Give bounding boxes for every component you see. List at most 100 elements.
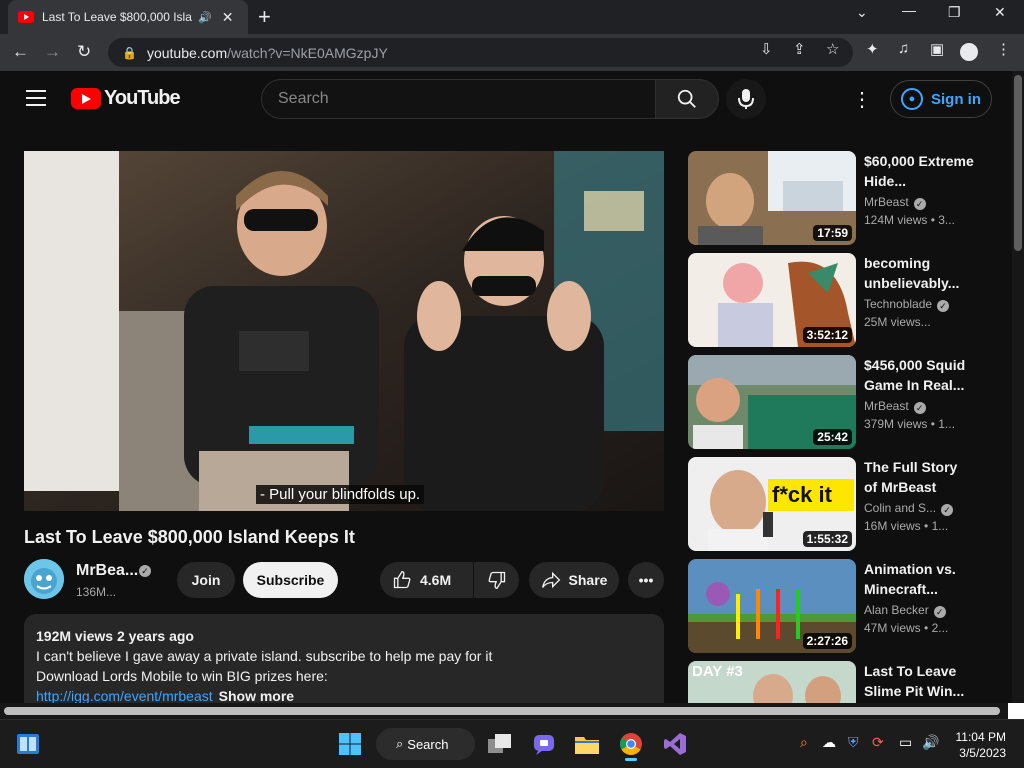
more-actions-button[interactable]: ••• — [628, 562, 664, 598]
youtube-logo[interactable]: YouTube — [71, 87, 181, 110]
file-explorer-icon[interactable] — [571, 728, 603, 760]
description-line-1: I can't believe I gave away a private is… — [36, 648, 493, 664]
scrollbar-thumb[interactable] — [1014, 75, 1022, 251]
reload-icon[interactable]: ↻ — [77, 42, 91, 62]
video-thumbnail[interactable]: f*ck it 1:55:32 — [688, 457, 856, 551]
back-icon[interactable]: ← — [12, 42, 29, 62]
taskbar-search[interactable]: ⌕ Search — [376, 728, 475, 760]
bookmark-star-icon[interactable]: ☆ — [826, 40, 839, 58]
update-icon[interactable]: ⟳ — [872, 734, 884, 751]
volume-icon[interactable]: 🔊 — [922, 734, 939, 751]
description-box[interactable]: 192M views 2 years ago I can't believe I… — [24, 614, 664, 714]
related-video[interactable]: 17:59 $60,000 Extreme Hide... MrBeast ✓ 1… — [688, 151, 998, 246]
hamburger-menu-icon[interactable] — [26, 90, 46, 106]
network-icon[interactable]: ▭ — [899, 734, 912, 751]
like-button[interactable]: 4.6M — [380, 562, 473, 598]
windows-taskbar: ⌕ Search ⌕ ☁ ⛨ ⟳ ▭ 🔊 11:04 PM 3/5/2023 — [0, 719, 1024, 768]
related-video[interactable]: 3:52:12 becoming unbelievably... Technob… — [688, 253, 998, 348]
minimize-button[interactable]: — — [902, 2, 916, 18]
channel-avatar[interactable] — [24, 559, 64, 599]
teams-chat-icon[interactable] — [528, 728, 560, 760]
search-input[interactable]: Search — [261, 79, 656, 119]
channel-name[interactable]: MrBea... — [76, 562, 138, 580]
horizontal-scrollbar[interactable] — [0, 703, 1012, 719]
dislike-button[interactable] — [474, 562, 519, 598]
lock-icon[interactable]: 🔒 — [122, 46, 137, 60]
related-views: 47M views — [864, 621, 921, 635]
video-thumbnail[interactable]: 3:52:12 — [688, 253, 856, 347]
video-thumbnail[interactable]: 2:27:26 — [688, 559, 856, 653]
related-video[interactable]: DAY #3 Last To Leave Slime Pit Win... — [688, 661, 998, 703]
chrome-menu-icon[interactable]: ⋮ — [996, 40, 1011, 58]
related-video[interactable]: 2:27:26 Animation vs. Minecraft... Alan … — [688, 559, 998, 654]
related-views: 25M views... — [864, 315, 931, 329]
related-title: Last To Leave Slime Pit Win... — [864, 663, 965, 699]
visual-studio-icon[interactable] — [659, 728, 691, 760]
video-player[interactable] — [24, 151, 664, 511]
taskbar-search-label: Search — [407, 736, 449, 752]
share-page-icon[interactable]: ⇪ — [793, 40, 806, 58]
search-button[interactable] — [655, 79, 719, 119]
search-icon — [677, 89, 696, 108]
youtube-header: YouTube Search ⋮ ● Sign in — [0, 71, 1012, 127]
video-thumbnail[interactable]: 25:42 — [688, 355, 856, 449]
close-tab-icon[interactable]: ✕ — [222, 9, 234, 26]
share-label: Share — [568, 572, 608, 588]
url-path: /watch?v=NkE0AMGzpJY — [227, 44, 388, 61]
verified-badge-icon: ✓ — [933, 606, 946, 618]
scrollbar-thumb[interactable] — [4, 707, 1000, 715]
task-view-icon[interactable] — [484, 728, 516, 760]
browser-toolbar: ← → ↻ 🔒 youtube.com/watch?v=NkE0AMGzpJY … — [0, 34, 1024, 71]
join-button[interactable]: Join — [177, 562, 235, 598]
media-control-icon[interactable]: ♫ — [898, 40, 909, 57]
security-shield-icon[interactable]: ⛨ — [848, 734, 859, 751]
search-placeholder: Search — [278, 90, 329, 107]
sign-in-button[interactable]: ● Sign in — [890, 80, 992, 118]
widgets-icon[interactable] — [12, 728, 44, 760]
tab-search-icon[interactable]: ⌄ — [856, 4, 868, 21]
verified-badge-icon: ✓ — [139, 565, 151, 577]
windows-start-icon[interactable] — [334, 728, 366, 760]
system-clock[interactable]: 11:04 PM 3/5/2023 — [948, 729, 1006, 761]
description-link[interactable]: http://igg.com/event/mrbeast — [36, 688, 213, 704]
close-window-button[interactable]: ✕ — [994, 4, 1006, 21]
forward-icon[interactable]: → — [44, 42, 61, 62]
related-age: 1... — [931, 519, 949, 533]
youtube-play-icon — [71, 88, 101, 109]
share-button[interactable]: Share — [529, 562, 619, 598]
settings-kebab-icon[interactable]: ⋮ — [852, 87, 872, 112]
share-arrow-icon — [541, 571, 560, 589]
extensions-icon[interactable]: ✦ — [866, 40, 879, 58]
subscribe-button[interactable]: Subscribe — [243, 562, 338, 598]
address-bar[interactable]: 🔒 youtube.com/watch?v=NkE0AMGzpJY — [108, 38, 853, 67]
user-circle-icon: ● — [901, 88, 923, 110]
verified-badge-icon: ✓ — [913, 402, 926, 414]
voice-search-button[interactable] — [726, 79, 766, 119]
microphone-icon — [738, 89, 754, 109]
side-panel-icon[interactable]: ▣ — [930, 40, 944, 58]
url-domain: youtube.com — [146, 44, 228, 61]
browser-tab[interactable]: Last To Leave $800,000 Island Keeps It -… — [8, 0, 248, 34]
related-views: 379M views — [864, 417, 928, 431]
related-views: 16M views — [864, 519, 921, 533]
vertical-scrollbar[interactable] — [1012, 71, 1024, 703]
video-thumbnail[interactable]: 17:59 — [688, 151, 856, 245]
install-app-icon[interactable]: ⇩ — [760, 40, 773, 58]
chrome-icon[interactable] — [615, 728, 647, 761]
video-thumbnail[interactable]: DAY #3 — [688, 661, 856, 703]
restore-button[interactable]: ❐ — [948, 4, 961, 21]
new-tab-button[interactable]: + — [258, 4, 271, 30]
related-title: becoming unbelievably... — [864, 255, 960, 291]
cloud-icon[interactable]: ☁ — [822, 734, 836, 751]
related-video[interactable]: f*ck it 1:55:32 The Full Story of MrBeas… — [688, 457, 998, 552]
youtube-logo-text: YouTube — [104, 87, 181, 109]
show-more-button[interactable]: Show more — [219, 688, 294, 704]
related-channel: MrBeast — [864, 195, 909, 209]
profile-icon[interactable] — [960, 43, 978, 61]
video-frame — [24, 151, 664, 511]
search-tray-icon[interactable]: ⌕ — [800, 734, 808, 751]
related-video[interactable]: 25:42 $456,000 Squid Game In Real... MrB… — [688, 355, 998, 450]
thumbnail-text: f*ck it — [772, 482, 832, 507]
video-caption: - Pull your blindfolds up. — [256, 485, 425, 504]
speaker-icon[interactable]: 🔊 — [198, 11, 212, 24]
